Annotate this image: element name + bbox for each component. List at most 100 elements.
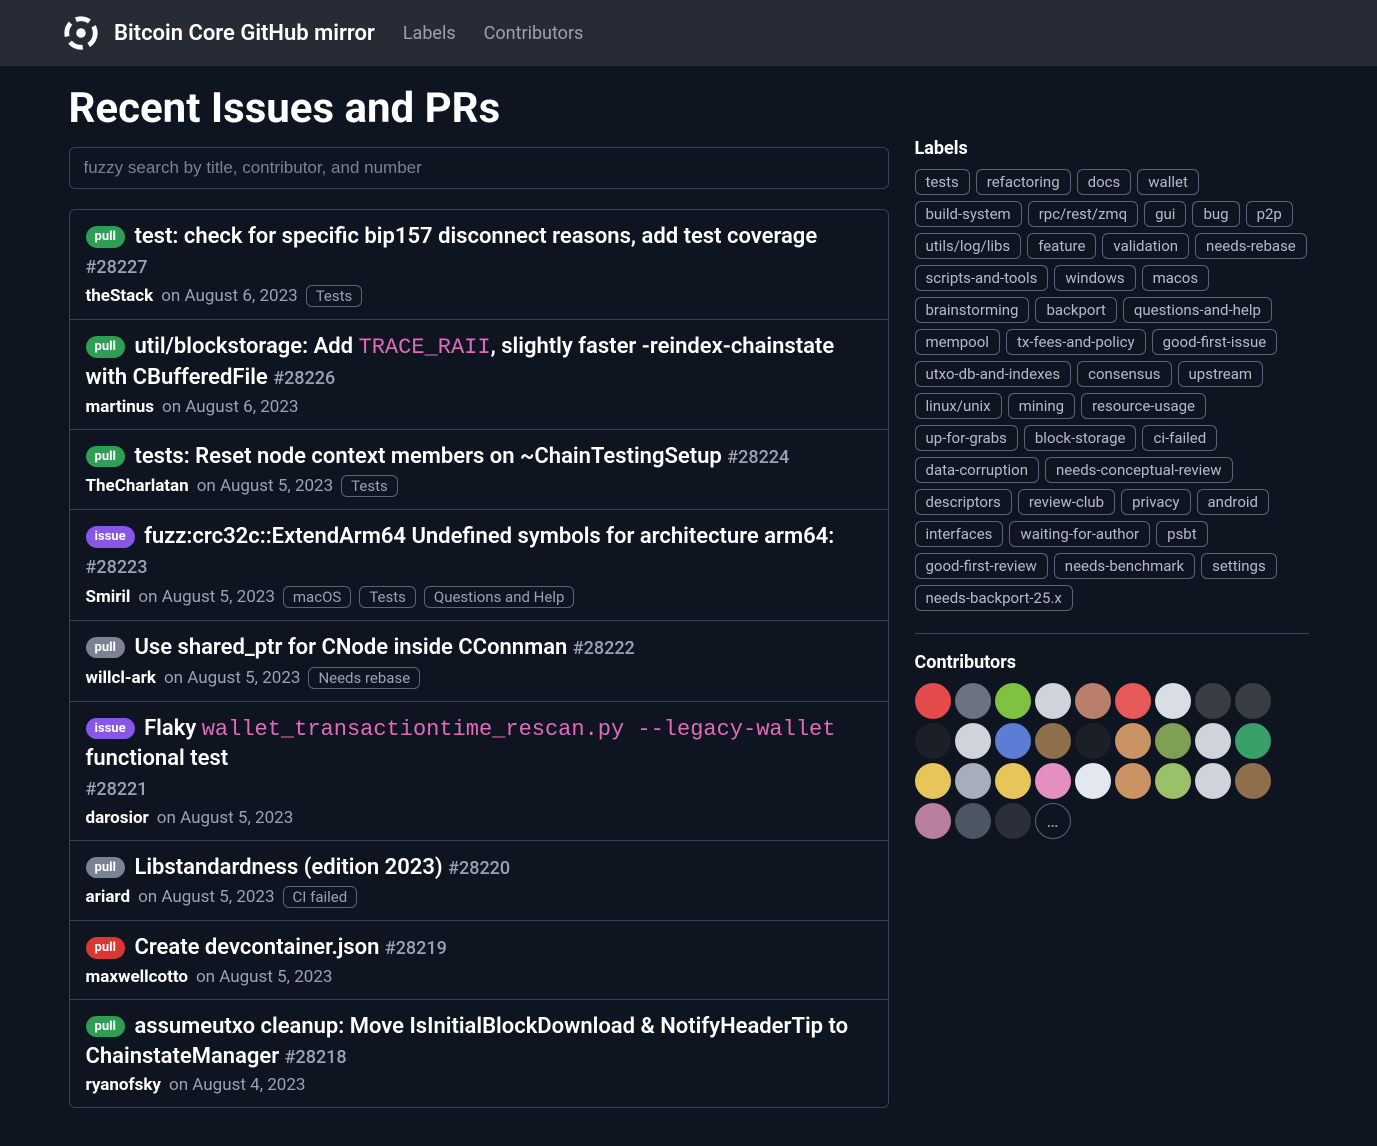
issue-author[interactable]: ariard — [86, 887, 131, 907]
filter-label[interactable]: tx-fees-and-policy — [1006, 329, 1146, 355]
avatar[interactable] — [1115, 723, 1151, 759]
avatar[interactable] — [1115, 763, 1151, 799]
avatar[interactable] — [955, 683, 991, 719]
filter-label[interactable]: up-for-grabs — [915, 425, 1018, 451]
filter-label[interactable]: questions-and-help — [1123, 297, 1272, 323]
filter-label[interactable]: macos — [1142, 265, 1209, 291]
avatar[interactable] — [1155, 683, 1191, 719]
avatar[interactable] — [1035, 723, 1071, 759]
issue-row[interactable]: pull Use shared_ptr for CNode inside CCo… — [70, 621, 888, 702]
filter-label[interactable]: bug — [1192, 201, 1239, 227]
issue-row[interactable]: pull tests: Reset node context members o… — [70, 430, 888, 511]
contributors-more-button[interactable]: … — [1035, 803, 1071, 839]
filter-label[interactable]: brainstorming — [915, 297, 1030, 323]
issue-label[interactable]: Tests — [306, 285, 363, 307]
filter-label[interactable]: block-storage — [1024, 425, 1137, 451]
issue-title[interactable]: pull Libstandardness (edition 2023) #282… — [86, 853, 872, 883]
avatar[interactable] — [1075, 723, 1111, 759]
filter-label[interactable]: review-club — [1018, 489, 1115, 515]
filter-label[interactable]: ci-failed — [1142, 425, 1217, 451]
filter-label[interactable]: needs-backport-25.x — [915, 585, 1073, 611]
nav-link-labels[interactable]: Labels — [403, 23, 456, 44]
avatar[interactable] — [995, 803, 1031, 839]
avatar[interactable] — [1235, 683, 1271, 719]
avatar[interactable] — [1235, 723, 1271, 759]
issue-row[interactable]: issue Flaky wallet_transactiontime_resca… — [70, 702, 888, 841]
filter-label[interactable]: refactoring — [976, 169, 1071, 195]
issue-row[interactable]: pull util/blockstorage: Add TRACE_RAII, … — [70, 320, 888, 429]
issue-title[interactable]: issue Flaky wallet_transactiontime_resca… — [86, 714, 872, 804]
issue-label[interactable]: Tests — [341, 475, 398, 497]
filter-label[interactable]: backport — [1035, 297, 1116, 323]
filter-label[interactable]: interfaces — [915, 521, 1004, 547]
avatar[interactable] — [1195, 723, 1231, 759]
filter-label[interactable]: gui — [1144, 201, 1186, 227]
filter-label[interactable]: p2p — [1246, 201, 1293, 227]
issue-title[interactable]: pull test: check for specific bip157 dis… — [86, 222, 872, 281]
issue-author[interactable]: TheCharlatan — [86, 476, 189, 496]
avatar[interactable] — [1035, 763, 1071, 799]
avatar[interactable] — [1075, 763, 1111, 799]
filter-label[interactable]: good-first-issue — [1152, 329, 1278, 355]
issue-author[interactable]: martinus — [86, 397, 155, 417]
avatar[interactable] — [995, 723, 1031, 759]
issue-author[interactable]: darosior — [86, 808, 149, 828]
search-input[interactable] — [69, 147, 889, 189]
brand[interactable]: Bitcoin Core GitHub mirror — [62, 14, 375, 52]
issue-title[interactable]: pull Create devcontainer.json #28219 — [86, 933, 872, 963]
issue-author[interactable]: theStack — [86, 286, 154, 306]
avatar[interactable] — [1115, 683, 1151, 719]
issue-row[interactable]: pull assumeutxo cleanup: Move IsInitialB… — [70, 1000, 888, 1107]
issue-author[interactable]: Smiril — [86, 587, 131, 607]
avatar[interactable] — [1075, 683, 1111, 719]
issue-author[interactable]: maxwellcotto — [86, 967, 188, 987]
issue-title[interactable]: pull Use shared_ptr for CNode inside CCo… — [86, 633, 872, 663]
issue-label[interactable]: Needs rebase — [308, 667, 420, 689]
issue-label[interactable]: Tests — [359, 586, 416, 608]
issue-label[interactable]: CI failed — [283, 886, 358, 908]
filter-label[interactable]: needs-conceptual-review — [1045, 457, 1233, 483]
filter-label[interactable]: resource-usage — [1081, 393, 1206, 419]
issue-row[interactable]: issue fuzz:crc32c::ExtendArm64 Undefined… — [70, 510, 888, 620]
issue-author[interactable]: ryanofsky — [86, 1075, 162, 1095]
filter-label[interactable]: mining — [1008, 393, 1075, 419]
filter-label[interactable]: needs-rebase — [1195, 233, 1307, 259]
issue-label[interactable]: Questions and Help — [424, 586, 575, 608]
filter-label[interactable]: consensus — [1077, 361, 1171, 387]
avatar[interactable] — [1035, 683, 1071, 719]
filter-label[interactable]: tests — [915, 169, 970, 195]
filter-label[interactable]: mempool — [915, 329, 1000, 355]
avatar[interactable] — [915, 763, 951, 799]
filter-label[interactable]: validation — [1102, 233, 1189, 259]
avatar[interactable] — [955, 803, 991, 839]
avatar[interactable] — [1195, 683, 1231, 719]
avatar[interactable] — [955, 763, 991, 799]
filter-label[interactable]: upstream — [1178, 361, 1264, 387]
issue-title[interactable]: pull util/blockstorage: Add TRACE_RAII, … — [86, 332, 872, 392]
issue-author[interactable]: willcl-ark — [86, 668, 156, 688]
issue-row[interactable]: pull Create devcontainer.json #28219 maxw… — [70, 921, 888, 1000]
filter-label[interactable]: waiting-for-author — [1009, 521, 1150, 547]
filter-label[interactable]: good-first-review — [915, 553, 1048, 579]
avatar[interactable] — [915, 723, 951, 759]
avatar[interactable] — [995, 683, 1031, 719]
filter-label[interactable]: rpc/rest/zmq — [1028, 201, 1138, 227]
filter-label[interactable]: android — [1197, 489, 1270, 515]
issue-row[interactable]: pull Libstandardness (edition 2023) #282… — [70, 841, 888, 922]
filter-label[interactable]: utils/log/libs — [915, 233, 1022, 259]
avatar[interactable] — [995, 763, 1031, 799]
filter-label[interactable]: settings — [1201, 553, 1277, 579]
filter-label[interactable]: build-system — [915, 201, 1022, 227]
issue-row[interactable]: pull test: check for specific bip157 dis… — [70, 210, 888, 320]
filter-label[interactable]: psbt — [1156, 521, 1208, 547]
avatar[interactable] — [915, 803, 951, 839]
avatar[interactable] — [1195, 763, 1231, 799]
issue-title[interactable]: pull assumeutxo cleanup: Move IsInitialB… — [86, 1012, 872, 1071]
avatar[interactable] — [1155, 723, 1191, 759]
issue-title[interactable]: pull tests: Reset node context members o… — [86, 442, 872, 472]
avatar[interactable] — [1235, 763, 1271, 799]
filter-label[interactable]: windows — [1054, 265, 1135, 291]
issue-label[interactable]: macOS — [283, 586, 351, 608]
avatar[interactable] — [955, 723, 991, 759]
nav-link-contributors[interactable]: Contributors — [484, 23, 584, 44]
